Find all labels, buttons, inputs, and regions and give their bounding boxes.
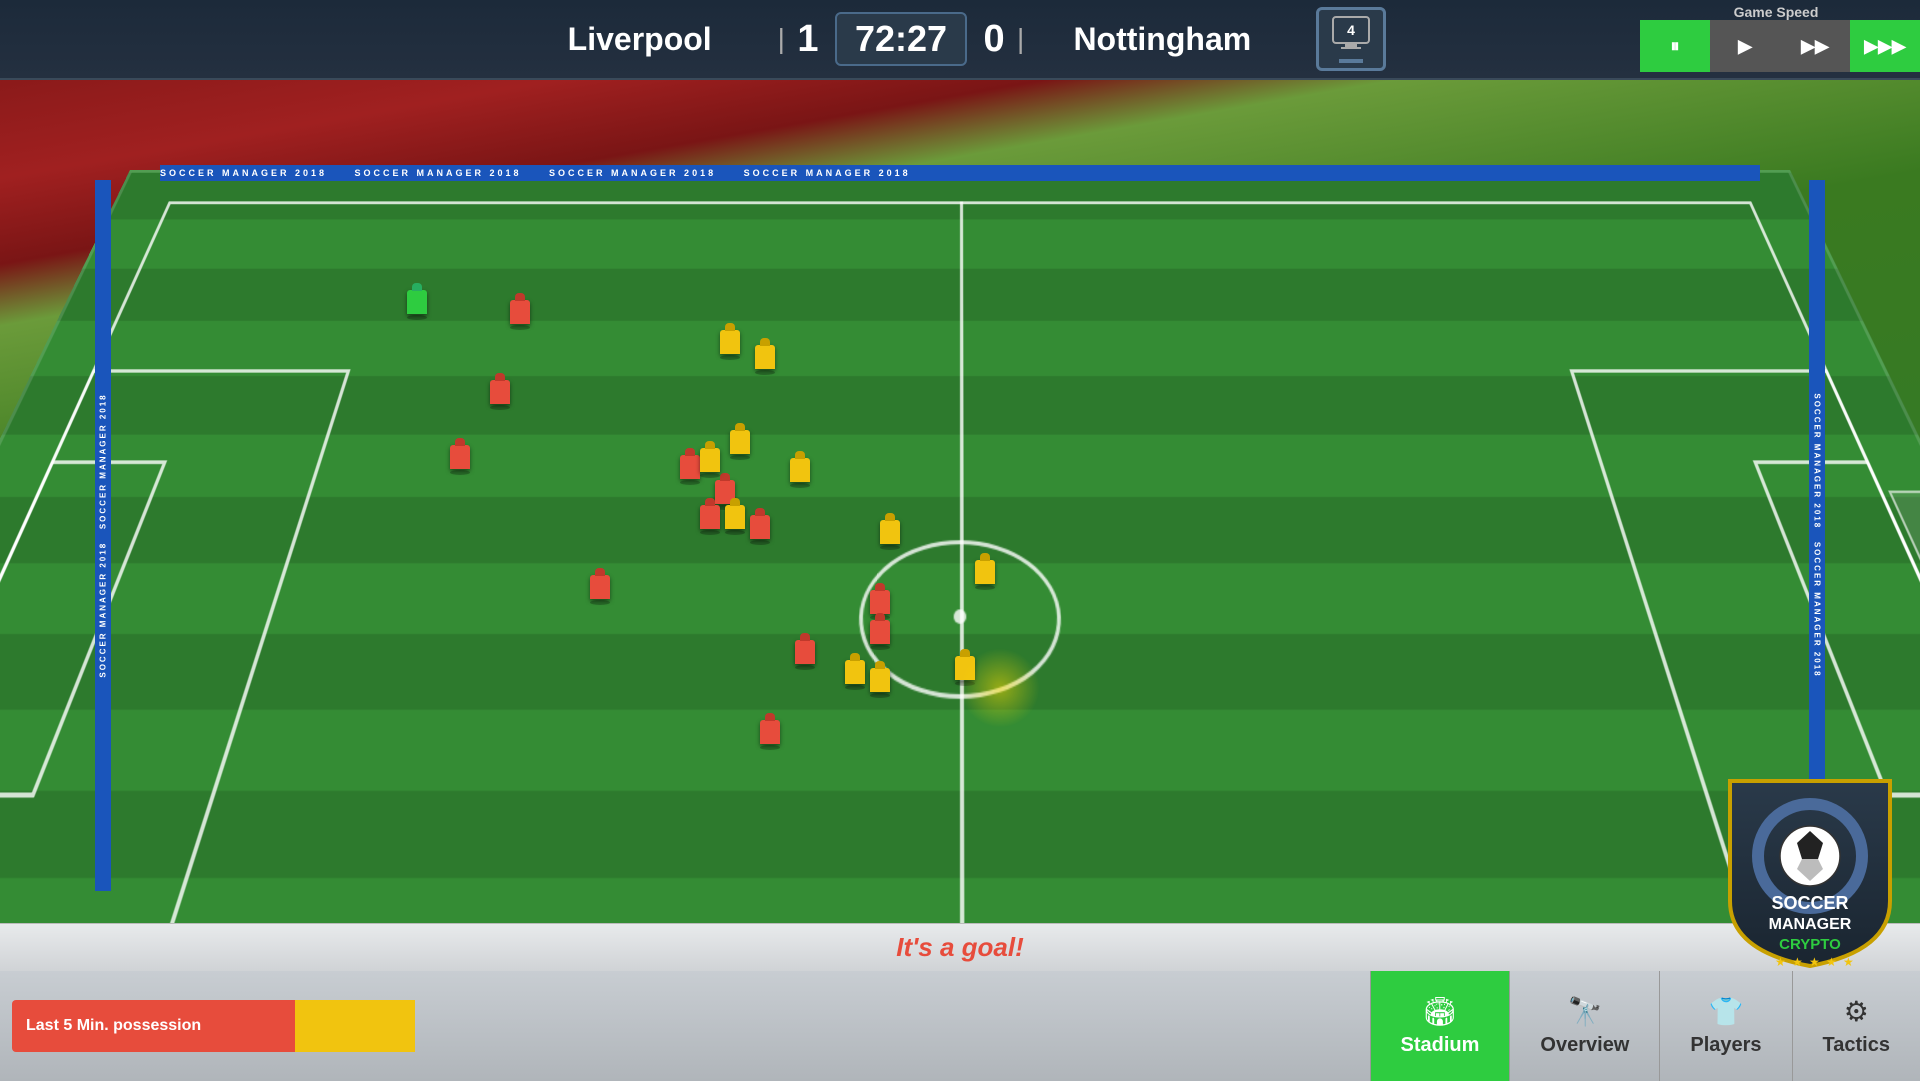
svg-text:★: ★ [1826,955,1837,969]
possession-section: Last 5 Min. possession [0,971,427,1081]
monitor-icon: 4 [1331,15,1371,56]
overview-icon: 🔭 [1567,995,1602,1028]
nav-overview-button[interactable]: 🔭 Overview [1509,971,1659,1081]
pitch [0,170,1920,971]
nav-tactics-button[interactable]: ⚙ Tactics [1792,971,1920,1081]
score-divider2: | [1017,23,1024,55]
players-icon: 👕 [1709,995,1744,1028]
tactics-icon: ⚙ [1844,995,1869,1028]
possession-label: Last 5 Min. possession [12,1000,215,1052]
home-score: 1 [793,18,823,61]
score-divider: | [778,23,785,55]
svg-text:★: ★ [1843,955,1854,969]
home-team-name: Liverpool [510,21,770,58]
svg-text:★: ★ [1775,955,1786,969]
overview-label: Overview [1540,1034,1629,1057]
away-team-name: Nottingham [1032,21,1292,58]
speed-label: Game Speed [1640,0,1920,20]
play1-button[interactable]: ▶ [1710,20,1780,72]
tactics-label: Tactics [1823,1034,1890,1057]
nav-buttons: 🏟 Stadium 🔭 Overview 👕 Players ⚙ Tactics [427,971,1920,1081]
players-label: Players [1690,1034,1761,1057]
svg-text:SOCCER: SOCCER [1771,893,1848,913]
pause-button[interactable]: ⏸ [1640,20,1710,72]
match-time: 72:27 [835,12,967,66]
possession-yellow [295,1000,415,1052]
ad-text-right: SOCCER MANAGER 2018 SOCCER MANAGER 2018 [1813,393,1822,677]
center-dot [954,609,967,623]
svg-text:★: ★ [1792,955,1803,969]
speed-controls: Game Speed ⏸ ▶ ▶▶ ▶▶▶ [1640,0,1920,80]
possession-red [215,1000,295,1052]
ad-board-left: SOCCER MANAGER 2018 SOCCER MANAGER 2018 [95,180,111,891]
pitch-container: SOCCER MANAGER 2018 SOCCER MANAGER 2018 … [0,80,1920,971]
play3-button[interactable]: ▶▶▶ [1850,20,1920,72]
ad-board-top: SOCCER MANAGER 2018 SOCCER MANAGER 2018 … [160,165,1760,181]
nav-players-button[interactable]: 👕 Players [1659,971,1791,1081]
goal-message-bar: It's a goal! [0,923,1920,971]
possession-bar [215,1000,415,1052]
monitor-button[interactable]: 4 [1316,7,1386,71]
stadium-label: Stadium [1401,1034,1480,1057]
ad-text-left: SOCCER MANAGER 2018 SOCCER MANAGER 2018 [99,393,108,677]
svg-text:CRYPTO: CRYPTO [1779,936,1841,953]
ad-text-top: SOCCER MANAGER 2018 SOCCER MANAGER 2018 … [160,168,911,178]
stadium-icon: 🏟 [1422,995,1458,1028]
svg-text:★: ★ [1809,955,1820,969]
bottom-bar: Last 5 Min. possession 🏟 Stadium 🔭 Overv… [0,971,1920,1081]
play2-button[interactable]: ▶▶ [1780,20,1850,72]
svg-text:MANAGER: MANAGER [1769,916,1852,933]
nav-stadium-button[interactable]: 🏟 Stadium [1370,971,1510,1081]
speed-buttons: ⏸ ▶ ▶▶ ▶▶▶ [1640,20,1920,72]
goal-text: It's a goal! [896,932,1024,963]
away-score: 0 [979,18,1009,61]
soccer-manager-logo: SOCCER MANAGER CRYPTO ★ ★ ★ ★ ★ [1720,771,1900,971]
scoreboard: Liverpool | 1 72:27 0 | Nottingham 4 Gam… [0,0,1920,80]
svg-text:4: 4 [1347,22,1355,38]
